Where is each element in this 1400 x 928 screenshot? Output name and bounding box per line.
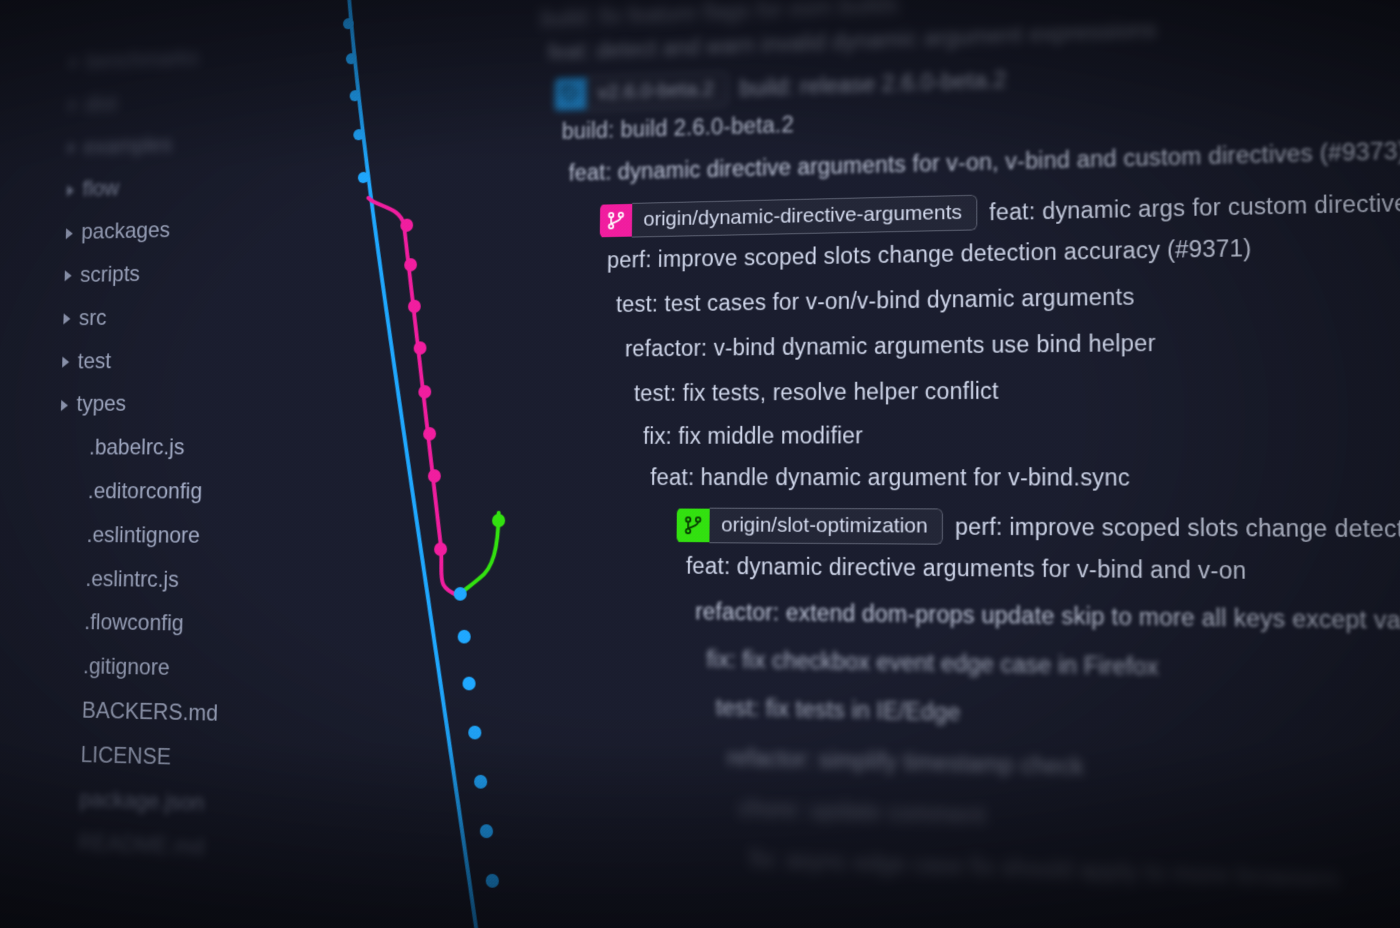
tree-file[interactable]: .editorconfig — [17, 470, 307, 514]
commit-message: test: fix tests in IE/Edge — [716, 694, 961, 726]
git-branch-icon — [677, 509, 710, 543]
tree-item-label: examples — [83, 124, 173, 169]
tree-folder[interactable]: types — [19, 382, 309, 427]
tree-item-label: package.json — [79, 778, 205, 827]
tree-folder[interactable]: flow — [26, 162, 314, 213]
commit-row[interactable]: test: fix tests, resolve helper conflict — [634, 378, 999, 407]
tree-item-label: BACKERS.md — [81, 689, 218, 737]
tree-file[interactable]: .flowconfig — [13, 600, 304, 648]
tree-folder[interactable]: src — [22, 294, 311, 341]
tree-file[interactable]: .gitignore — [12, 644, 304, 694]
tree-item-label: scripts — [80, 253, 141, 297]
commit-message: perf: improve scoped slots change detect… — [955, 513, 1400, 544]
git-branch-icon — [600, 204, 632, 237]
commit-row[interactable]: feat: dynamic directive arguments for v-… — [686, 553, 1247, 585]
branch-badge[interactable]: origin/slot-optimization — [677, 508, 943, 545]
commit-row[interactable]: v2.6.0-beta.2 build: release 2.6.0-beta.2 — [555, 62, 1007, 112]
tag-icon — [555, 77, 587, 110]
commit-row[interactable]: fix: fix checkbox event edge case in Fir… — [706, 646, 1158, 681]
tree-item-label: .flowconfig — [84, 601, 184, 647]
tree-item-label: packages — [81, 209, 171, 254]
tree-item-label: dist — [84, 83, 117, 127]
commit-message: perf: improve scoped slots change detect… — [607, 235, 1252, 274]
tree-item-label: types — [76, 383, 127, 427]
chevron-right-icon — [67, 185, 74, 196]
commit-message: test: fix tests, resolve helper conflict — [634, 378, 999, 407]
tree-folder[interactable]: test — [21, 338, 310, 384]
tag-badge[interactable]: v2.6.0-beta.2 — [555, 71, 729, 111]
tree-item-label: benchmarks — [85, 37, 199, 84]
tree-item-label: README.md — [78, 822, 205, 871]
commit-row[interactable]: origin/slot-optimization perf: improve sc… — [677, 508, 1400, 549]
tree-item-label: .eslintrc.js — [85, 557, 179, 602]
commit-row[interactable]: chore: update comment — [738, 795, 985, 830]
commit-message: fix: fix middle modifier — [643, 422, 863, 449]
commit-graph — [296, 0, 553, 928]
commit-row[interactable]: feat: handle dynamic argument for v-bind… — [650, 464, 1130, 492]
commit-message: feat: dynamic args for custom directives — [989, 189, 1400, 226]
chevron-right-icon — [62, 357, 69, 368]
tree-item-label: test — [77, 340, 112, 384]
commit-row[interactable]: build: build 2.6.0-beta.2 — [562, 112, 794, 145]
commit-row[interactable]: test: test cases for v-on/v-bind dynamic… — [616, 284, 1135, 318]
tree-item-label: .babelrc.js — [89, 426, 185, 470]
tree-item-label: .eslintignore — [86, 514, 200, 559]
commit-row[interactable]: origin/dynamic-directive-arguments feat: … — [600, 184, 1400, 238]
commit-message: fix: async edge case fix should apply to… — [750, 846, 1340, 894]
commit-message: test: test cases for v-on/v-bind dynamic… — [616, 284, 1135, 318]
tree-item-label: .editorconfig — [87, 470, 202, 514]
commit-message: build: fix feature flags for esm builds — [541, 0, 899, 32]
commit-row[interactable]: feat: dynamic directive arguments for v-… — [569, 137, 1400, 186]
commit-row[interactable]: perf: improve scoped slots change detect… — [607, 235, 1252, 274]
tree-file[interactable]: README.md — [6, 820, 299, 875]
tree-item-label: LICENSE — [80, 733, 171, 780]
commit-message: fix: fix checkbox event edge case in Fir… — [706, 646, 1158, 681]
tree-folder[interactable]: packages — [25, 206, 313, 256]
commit-message: feat: handle dynamic argument for v-bind… — [650, 464, 1130, 492]
commit-message: feat: dynamic directive arguments for v-… — [569, 137, 1400, 186]
commit-row[interactable]: refactor: extend dom-props update skip t… — [695, 598, 1400, 635]
commit-message: feat: dynamic directive arguments for v-… — [686, 553, 1247, 585]
git-graph-pane: build: release 2.6.0-beta.2 build: fix fe… — [296, 0, 1400, 928]
badge-label: origin/dynamic-directive-arguments — [632, 195, 977, 238]
file-tree: benchmarksdistexamplesflowpackagesscript… — [3, 0, 317, 928]
commit-message: build: build 2.6.0-beta.2 — [562, 112, 794, 145]
commit-row[interactable]: refactor: v-bind dynamic arguments use b… — [625, 330, 1156, 363]
tree-file[interactable]: BACKERS.md — [10, 688, 302, 739]
commit-row[interactable]: test: fix tests in IE/Edge — [716, 694, 961, 726]
commit-message: chore: update comment — [738, 795, 985, 830]
tree-file[interactable]: .eslintignore — [16, 514, 307, 560]
commit-row[interactable]: refactor: simplify timestamp check — [727, 745, 1084, 782]
commit-message: refactor: simplify timestamp check — [727, 745, 1084, 782]
commit-message: refactor: extend dom-props update skip t… — [695, 598, 1400, 635]
chevron-right-icon — [61, 400, 68, 411]
commit-row[interactable]: fix: async edge case fix should apply to… — [750, 846, 1340, 894]
commit-message: build: release 2.6.0-beta.2 — [740, 66, 1007, 101]
chevron-right-icon — [66, 228, 73, 239]
badge-label: origin/slot-optimization — [709, 508, 942, 545]
chevron-right-icon — [71, 58, 78, 69]
commit-message: refactor: v-bind dynamic arguments use b… — [625, 330, 1156, 363]
tree-item-label: flow — [82, 168, 120, 212]
commit-row[interactable]: build: fix feature flags for esm builds — [541, 0, 899, 32]
tree-folder[interactable]: scripts — [23, 250, 311, 299]
chevron-right-icon — [65, 271, 72, 282]
commit-row[interactable]: fix: fix middle modifier — [643, 422, 863, 449]
badge-label: v2.6.0-beta.2 — [586, 71, 728, 110]
chevron-right-icon — [63, 313, 70, 324]
tree-item-label: src — [78, 297, 107, 340]
branch-badge[interactable]: origin/dynamic-directive-arguments — [600, 195, 977, 238]
tree-file[interactable]: .eslintrc.js — [14, 557, 305, 604]
tree-item-label: .gitignore — [82, 645, 170, 691]
chevron-right-icon — [68, 142, 75, 153]
chevron-right-icon — [69, 100, 76, 111]
tree-file[interactable]: .babelrc.js — [18, 426, 308, 470]
